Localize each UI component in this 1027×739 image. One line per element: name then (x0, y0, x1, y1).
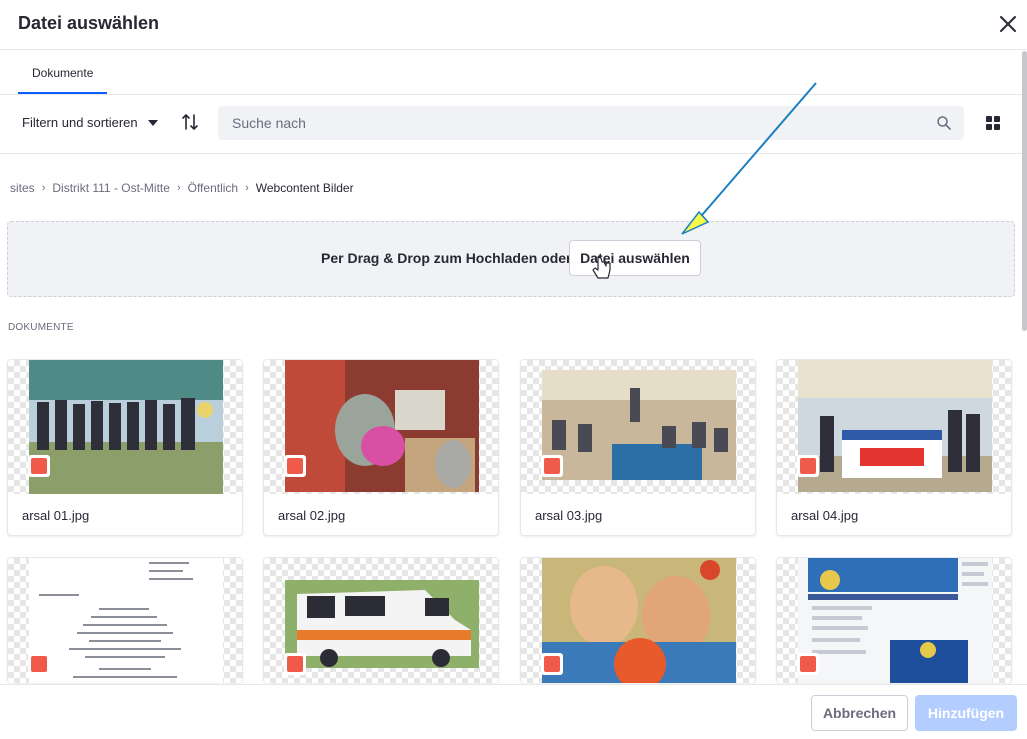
breadcrumb: sites › Distrikt 111 - Ost-Mitte › Öffen… (10, 181, 354, 195)
ambulance-photo-image (285, 580, 479, 668)
image-file-icon (28, 653, 50, 675)
chevron-right-icon: › (176, 182, 181, 194)
breadcrumb-item-distrikt[interactable]: Distrikt 111 - Ost-Mitte (52, 181, 170, 195)
donation-photo-image (798, 360, 992, 492)
select-file-button[interactable]: Datei auswählen (569, 240, 701, 276)
document-card[interactable] (263, 557, 499, 683)
dialog-title: Datei auswählen (18, 13, 160, 33)
document-thumbnail (8, 360, 242, 494)
caret-down-icon (147, 119, 158, 126)
image-file-icon (284, 455, 306, 477)
letter-document-image (29, 558, 223, 683)
document-name: arsal 03.jpg (535, 508, 603, 523)
sewing-photo-image (285, 360, 479, 492)
document-card[interactable] (776, 557, 1012, 683)
breadcrumb-item-current: Webcontent Bilder (255, 181, 354, 195)
social-media-screenshot-image (798, 558, 992, 683)
document-thumbnail (8, 558, 242, 683)
close-icon[interactable] (996, 12, 1020, 36)
image-file-icon (797, 653, 819, 675)
chevron-right-icon: › (41, 182, 46, 194)
search-icon[interactable] (936, 115, 952, 131)
document-name: arsal 01.jpg (22, 508, 90, 523)
breadcrumb-item-oeffentlich[interactable]: Öffentlich (188, 181, 238, 195)
document-thumbnail (521, 360, 755, 494)
filter-sort-label: Filtern und sortieren (22, 115, 138, 130)
document-card[interactable]: arsal 02.jpg (263, 359, 499, 536)
image-file-icon (28, 455, 50, 477)
cancel-button[interactable]: Abbrechen (811, 695, 908, 731)
image-file-icon (797, 455, 819, 477)
document-card[interactable]: arsal 04.jpg (776, 359, 1012, 536)
dialog-footer: Abbrechen Hinzufügen (0, 684, 1027, 739)
document-thumbnail (521, 558, 755, 683)
grid-view-icon[interactable] (984, 114, 1002, 132)
document-name: arsal 02.jpg (278, 508, 346, 523)
scrollbar[interactable] (1022, 51, 1027, 331)
document-card[interactable] (7, 557, 243, 683)
image-file-icon (541, 455, 563, 477)
dialog-header: Datei auswählen (0, 0, 1027, 50)
document-thumbnail (264, 360, 498, 494)
management-toolbar: Filtern und sortieren (0, 96, 1027, 154)
search-input[interactable] (218, 106, 918, 140)
dropzone-text: Per Drag & Drop zum Hochladen oder (321, 250, 572, 266)
document-thumbnail (777, 558, 1011, 683)
sort-icon[interactable] (180, 112, 200, 132)
tab-dokumente[interactable]: Dokumente (18, 51, 108, 94)
classroom-photo-image (542, 370, 736, 480)
breadcrumb-item-sites[interactable]: sites (10, 181, 35, 195)
upload-dropzone[interactable]: Per Drag & Drop zum Hochladen oder Datei… (7, 221, 1015, 297)
image-file-icon (541, 653, 563, 675)
filter-sort-dropdown[interactable]: Filtern und sortieren (22, 115, 158, 130)
tab-bar: Dokumente (0, 51, 1027, 95)
chevron-right-icon: › (245, 182, 249, 194)
document-name: arsal 04.jpg (791, 508, 859, 523)
document-card[interactable] (520, 557, 756, 683)
document-card[interactable]: arsal 01.jpg (7, 359, 243, 536)
search-bar (218, 106, 964, 140)
painting-image (542, 558, 736, 683)
document-thumbnail (777, 360, 1011, 494)
add-button[interactable]: Hinzufügen (915, 695, 1017, 731)
document-thumbnail (264, 558, 498, 683)
group-photo-image (29, 360, 223, 494)
image-file-icon (284, 653, 306, 675)
section-title: DOKUMENTE (8, 322, 74, 333)
document-card[interactable]: arsal 03.jpg (520, 359, 756, 536)
